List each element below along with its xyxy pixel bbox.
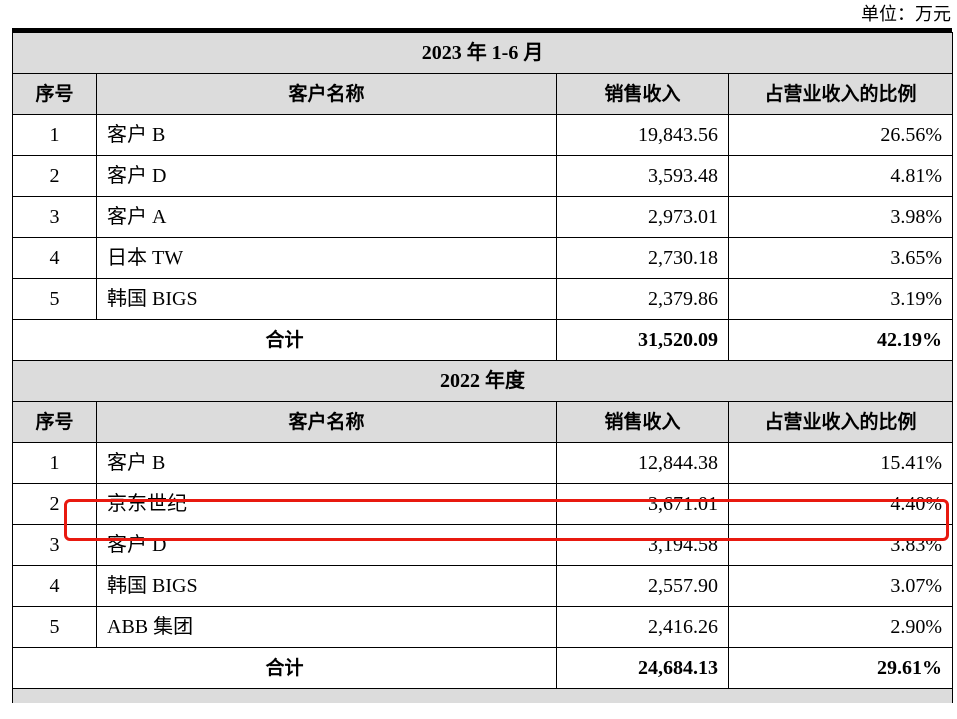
cell-customer: 韩国 BIGS [96, 565, 557, 607]
cell-revenue: 12,844.38 [556, 442, 729, 484]
cell-index: 4 [12, 237, 97, 279]
section-title: 2023 年 1-6 月 [11, 32, 954, 74]
header-revenue: 销售收入 [556, 401, 729, 443]
cell-share: 3.07% [727, 565, 954, 607]
cell-share: 4.81% [727, 155, 954, 197]
header-row: 序号 客户名称 销售收入 占营业收入的比例 [12, 401, 954, 443]
table-row: 3 客户 A 2,973.01 3.98% [12, 196, 954, 238]
header-share: 占营业收入的比例 [727, 73, 954, 115]
total-row: 合计 24,684.13 29.61% [12, 647, 954, 689]
cell-revenue: 3,194.58 [556, 524, 729, 566]
table-row: 4 韩国 BIGS 2,557.90 3.07% [12, 565, 954, 607]
table-row: 5 韩国 BIGS 2,379.86 3.19% [12, 278, 954, 320]
cell-revenue: 3,671.01 [556, 483, 729, 525]
cell-customer: 客户 D [96, 524, 557, 566]
cell-index: 5 [12, 278, 97, 320]
cell-revenue: 2,416.26 [556, 606, 729, 648]
table-row: 1 客户 B 12,844.38 15.41% [12, 442, 954, 484]
cell-customer: 韩国 BIGS [96, 278, 557, 320]
header-customer: 客户名称 [96, 73, 557, 115]
cell-index: 2 [12, 483, 97, 525]
cell-customer: ABB 集团 [96, 606, 557, 648]
section-title: 2022 年度 [11, 360, 954, 402]
header-customer: 客户名称 [96, 401, 557, 443]
cell-index: 3 [12, 196, 97, 238]
section-title-row: 2023 年 1-6 月 [11, 32, 954, 74]
table-row-highlighted: 2 京东世纪 3,671.01 4.40% [12, 483, 954, 525]
header-revenue: 销售收入 [556, 73, 729, 115]
total-label: 合计 [12, 647, 557, 689]
header-share: 占营业收入的比例 [727, 401, 954, 443]
total-share: 42.19% [727, 319, 954, 361]
cell-customer: 客户 D [96, 155, 557, 197]
cell-revenue: 2,973.01 [556, 196, 729, 238]
cell-customer: 客户 B [96, 114, 557, 156]
total-row: 合计 31,520.09 42.19% [12, 319, 954, 361]
total-revenue: 24,684.13 [556, 647, 729, 689]
cell-revenue: 19,843.56 [556, 114, 729, 156]
cell-revenue: 2,557.90 [556, 565, 729, 607]
cell-share: 3.65% [727, 237, 954, 279]
cell-revenue: 2,379.86 [556, 278, 729, 320]
cell-index: 1 [12, 114, 97, 156]
cell-share: 26.56% [727, 114, 954, 156]
header-row: 序号 客户名称 销售收入 占营业收入的比例 [12, 73, 954, 115]
cell-share: 3.98% [727, 196, 954, 238]
cell-customer: 客户 A [96, 196, 557, 238]
unit-label: 单位：万元 [861, 4, 951, 24]
cell-customer: 日本 TW [96, 237, 557, 279]
table-row: 5 ABB 集团 2,416.26 2.90% [12, 606, 954, 648]
table-row: 3 客户 D 3,194.58 3.83% [12, 524, 954, 566]
table-row: 4 日本 TW 2,730.18 3.65% [12, 237, 954, 279]
cell-customer: 客户 B [96, 442, 557, 484]
top-customers-table: 2023 年 1-6 月 序号 客户名称 销售收入 占营业收入的比例 1 客户 … [11, 32, 954, 703]
cell-share: 2.90% [727, 606, 954, 648]
total-label: 合计 [12, 319, 557, 361]
header-index: 序号 [12, 73, 97, 115]
next-section-edge-cell [11, 688, 954, 703]
section-title-row: 2022 年度 [11, 360, 954, 402]
table-row: 1 客户 B 19,843.56 26.56% [12, 114, 954, 156]
total-share: 29.61% [727, 647, 954, 689]
cell-customer: 京东世纪 [96, 483, 557, 525]
table-row: 2 客户 D 3,593.48 4.81% [12, 155, 954, 197]
total-revenue: 31,520.09 [556, 319, 729, 361]
cell-revenue: 2,730.18 [556, 237, 729, 279]
cell-share: 3.83% [727, 524, 954, 566]
cell-share: 4.40% [727, 483, 954, 525]
next-section-edge [11, 688, 954, 703]
cell-revenue: 3,593.48 [556, 155, 729, 197]
cell-index: 1 [12, 442, 97, 484]
cell-share: 15.41% [727, 442, 954, 484]
cell-index: 5 [12, 606, 97, 648]
header-index: 序号 [12, 401, 97, 443]
cell-index: 2 [12, 155, 97, 197]
cell-index: 3 [12, 524, 97, 566]
cell-share: 3.19% [727, 278, 954, 320]
cell-index: 4 [12, 565, 97, 607]
